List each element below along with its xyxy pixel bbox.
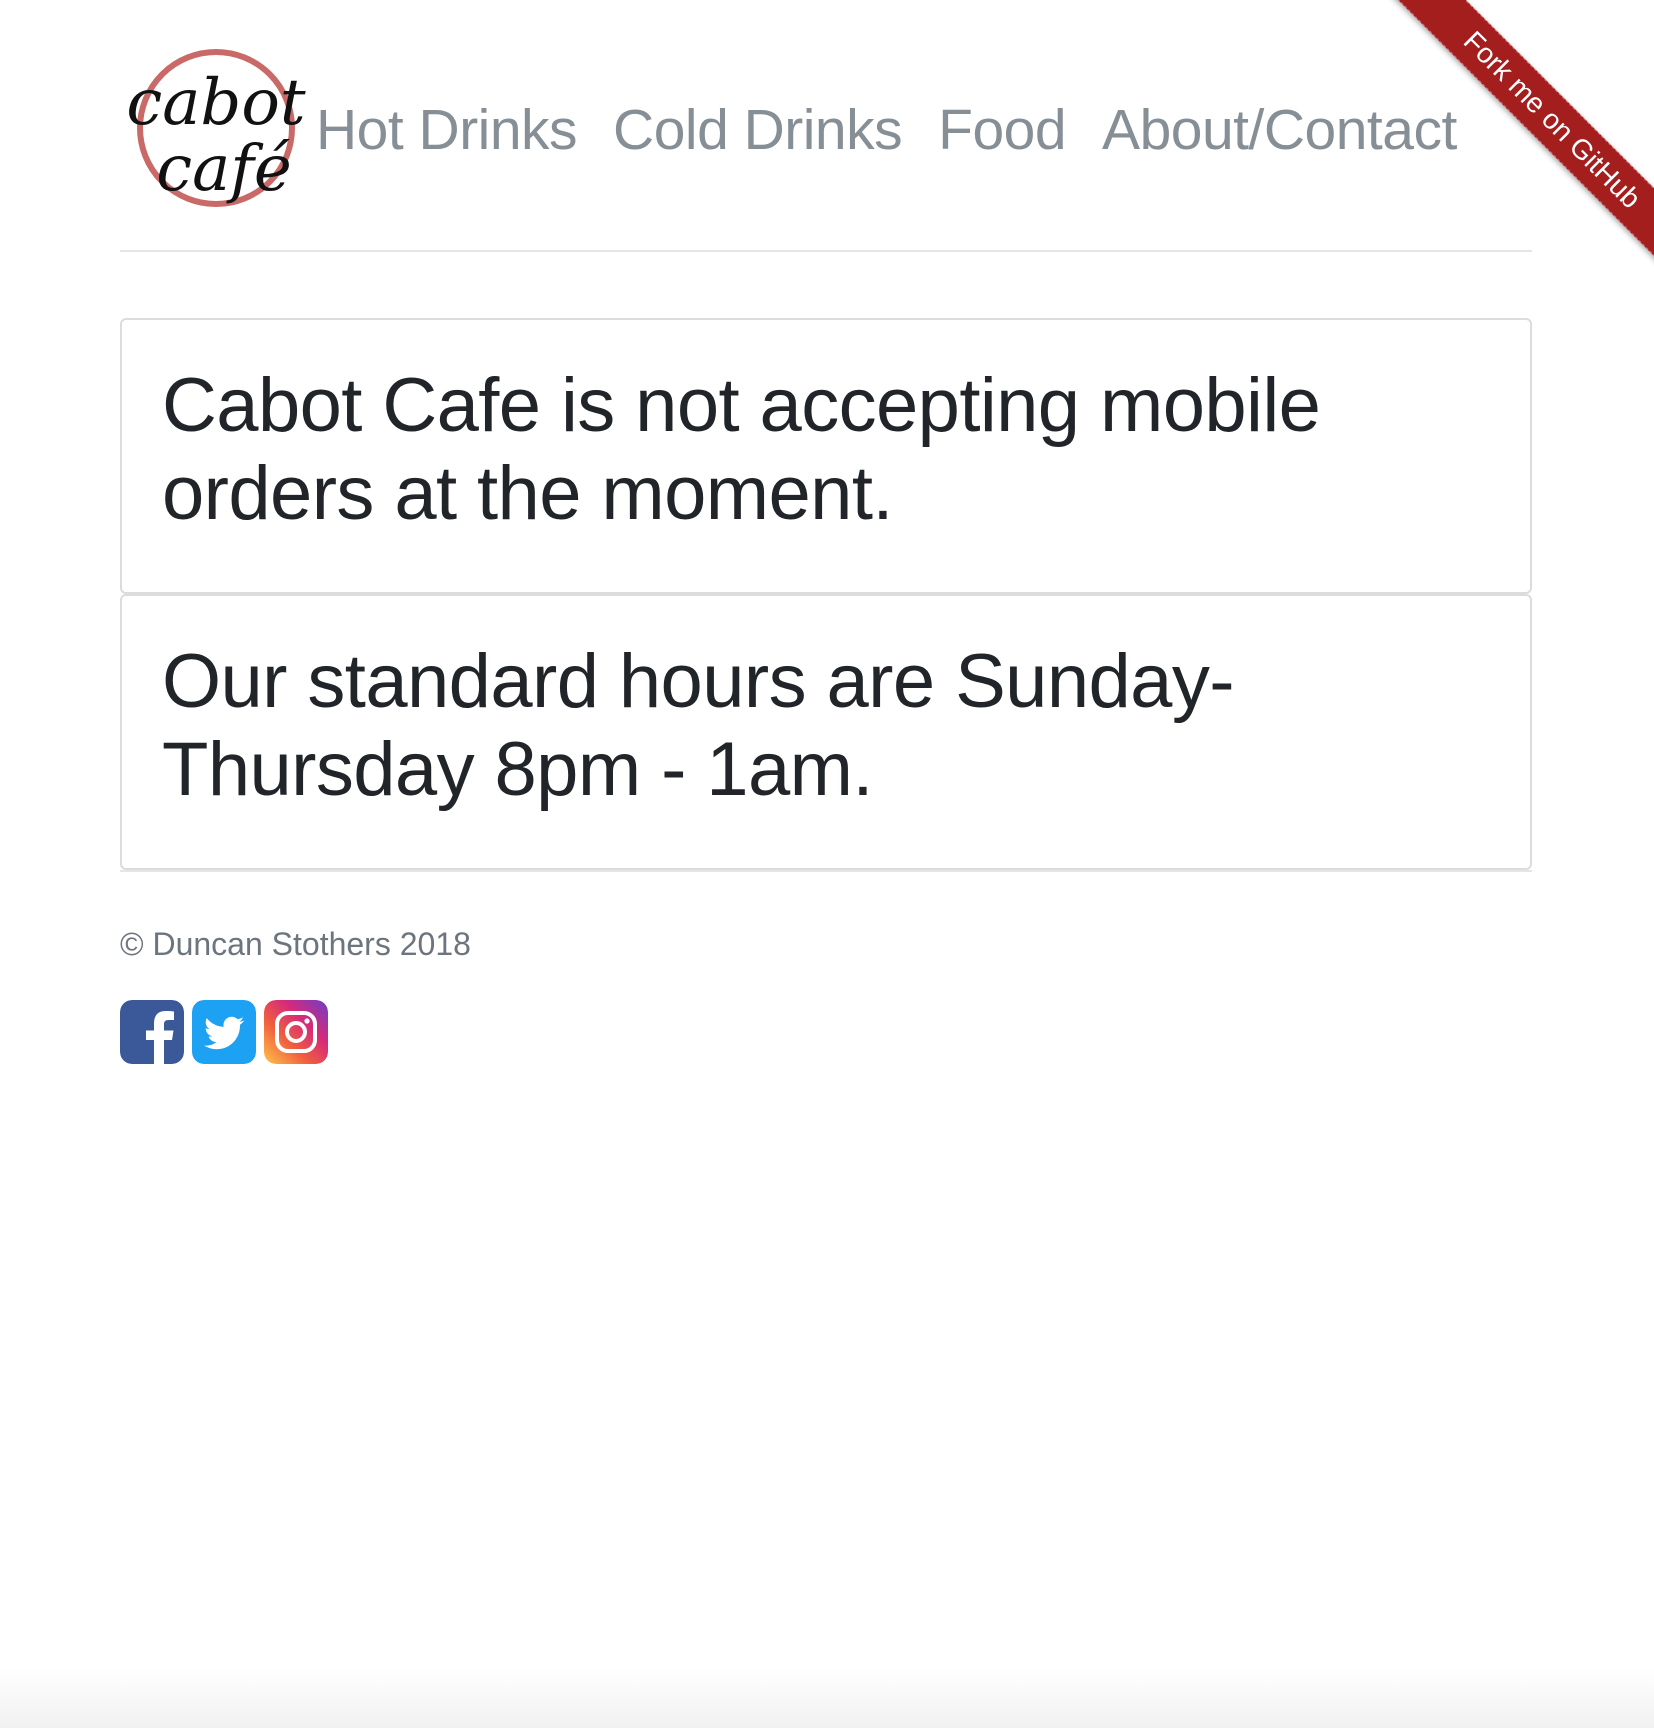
nav-hot-drinks[interactable]: Hot Drinks xyxy=(316,96,578,164)
facebook-icon xyxy=(120,1000,184,1064)
logo-text-line1: cabot xyxy=(126,66,306,140)
nav-food[interactable]: Food xyxy=(938,96,1066,164)
standard-hours-notice: Our standard hours are Sunday-Thursday 8… xyxy=(162,639,1235,812)
logo-image: cabot café xyxy=(126,49,306,207)
notice-cards: Cabot Cafe is not accepting mobile order… xyxy=(120,318,1532,870)
notice-card-hours: Our standard hours are Sunday-Thursday 8… xyxy=(120,594,1532,870)
social-links xyxy=(120,1000,336,1064)
page: cabot café Hot Drinks Cold Drinks Food A… xyxy=(120,0,1532,1064)
logo-text-line2: café xyxy=(156,132,292,206)
instagram-link[interactable] xyxy=(264,1000,328,1064)
main-nav: Hot Drinks Cold Drinks Food About/Contac… xyxy=(316,96,1493,164)
twitter-icon xyxy=(192,1000,256,1064)
cabot-cafe-logo[interactable]: cabot café xyxy=(120,44,306,224)
facebook-link[interactable] xyxy=(120,1000,184,1064)
github-ribbon-container: Fork me on GitHub xyxy=(1354,0,1654,300)
copyright-text: © Duncan Stothers 2018 xyxy=(120,926,471,962)
notice-card-mobile-orders: Cabot Cafe is not accepting mobile order… xyxy=(120,318,1532,594)
instagram-icon xyxy=(264,1000,328,1064)
footer-divider xyxy=(120,870,1532,872)
site-header: cabot café Hot Drinks Cold Drinks Food A… xyxy=(120,0,1532,252)
mobile-orders-notice: Cabot Cafe is not accepting mobile order… xyxy=(162,363,1321,536)
twitter-link[interactable] xyxy=(192,1000,256,1064)
fork-me-on-github-ribbon[interactable]: Fork me on GitHub xyxy=(1379,0,1654,293)
nav-cold-drinks[interactable]: Cold Drinks xyxy=(613,96,903,164)
window-bottom-shade xyxy=(0,1668,1654,1728)
